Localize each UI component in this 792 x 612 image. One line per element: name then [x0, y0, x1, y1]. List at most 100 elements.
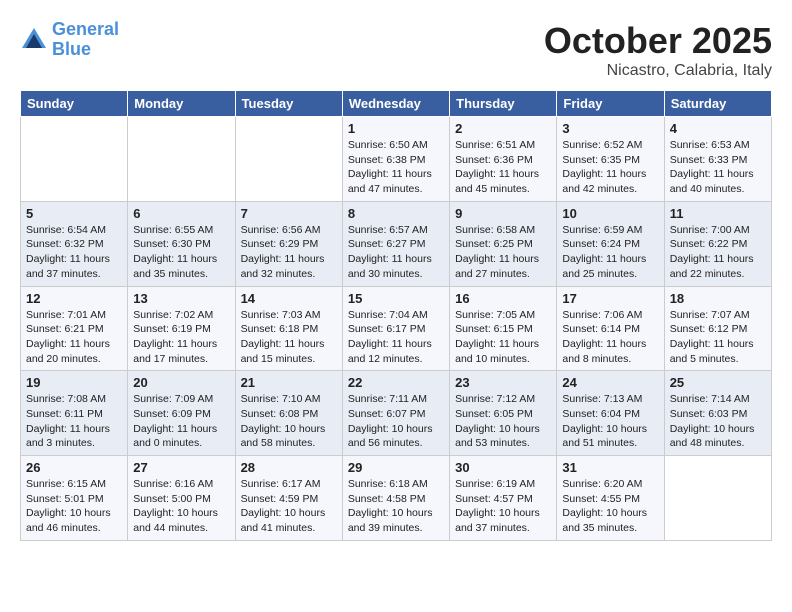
- calendar-cell: 31 Sunrise: 6:20 AM Sunset: 4:55 PM Dayli…: [557, 456, 664, 541]
- calendar-cell: 13 Sunrise: 7:02 AM Sunset: 6:19 PM Dayli…: [128, 286, 235, 371]
- weekday-header: Thursday: [450, 91, 557, 117]
- weekday-header-row: SundayMondayTuesdayWednesdayThursdayFrid…: [21, 91, 772, 117]
- day-number: 27: [133, 460, 229, 475]
- calendar-cell: 2 Sunrise: 6:51 AM Sunset: 6:36 PM Daylig…: [450, 117, 557, 202]
- day-info: Sunrise: 7:14 AM Sunset: 6:03 PM Dayligh…: [670, 392, 766, 451]
- day-info: Sunrise: 6:15 AM Sunset: 5:01 PM Dayligh…: [26, 477, 122, 536]
- calendar-cell: 29Sunrise: 6:18 AM Sunset: 4:58 PM Dayli…: [342, 456, 449, 541]
- day-number: 13: [133, 291, 229, 306]
- weekday-header: Tuesday: [235, 91, 342, 117]
- calendar-week-row: 26 Sunrise: 6:15 AM Sunset: 5:01 PM Dayli…: [21, 456, 772, 541]
- day-info: Sunrise: 6:20 AM Sunset: 4:55 PM Dayligh…: [562, 477, 658, 536]
- day-info: Sunrise: 7:00 AM Sunset: 6:22 PM Dayligh…: [670, 223, 766, 282]
- day-number: 20: [133, 375, 229, 390]
- day-number: 18: [670, 291, 766, 306]
- subtitle: Nicastro, Calabria, Italy: [544, 62, 772, 80]
- day-number: 26: [26, 460, 122, 475]
- day-info: Sunrise: 6:55 AM Sunset: 6:30 PM Dayligh…: [133, 223, 229, 282]
- calendar-cell: 26 Sunrise: 6:15 AM Sunset: 5:01 PM Dayli…: [21, 456, 128, 541]
- day-info: Sunrise: 7:11 AM Sunset: 6:07 PM Dayligh…: [348, 392, 444, 451]
- day-number: 15: [348, 291, 444, 306]
- day-info: Sunrise: 7:02 AM Sunset: 6:19 PM Dayligh…: [133, 308, 229, 367]
- calendar-cell: 3Sunrise: 6:52 AM Sunset: 6:35 PM Daylig…: [557, 117, 664, 202]
- month-title: October 2025: [544, 20, 772, 62]
- calendar-cell: 1Sunrise: 6:50 AM Sunset: 6:38 PM Daylig…: [342, 117, 449, 202]
- calendar-cell: 28Sunrise: 6:17 AM Sunset: 4:59 PM Dayli…: [235, 456, 342, 541]
- day-info: Sunrise: 7:01 AM Sunset: 6:21 PM Dayligh…: [26, 308, 122, 367]
- day-number: 31: [562, 460, 658, 475]
- day-info: Sunrise: 6:59 AM Sunset: 6:24 PM Dayligh…: [562, 223, 658, 282]
- calendar-cell: [664, 456, 771, 541]
- day-info: Sunrise: 6:58 AM Sunset: 6:25 PM Dayligh…: [455, 223, 551, 282]
- calendar-cell: 10 Sunrise: 6:59 AM Sunset: 6:24 PM Dayli…: [557, 201, 664, 286]
- calendar-cell: 23 Sunrise: 7:12 AM Sunset: 6:05 PM Dayli…: [450, 371, 557, 456]
- day-number: 29: [348, 460, 444, 475]
- calendar-cell: [128, 117, 235, 202]
- calendar-week-row: 1Sunrise: 6:50 AM Sunset: 6:38 PM Daylig…: [21, 117, 772, 202]
- calendar-cell: 4Sunrise: 6:53 AM Sunset: 6:33 PM Daylig…: [664, 117, 771, 202]
- day-number: 14: [241, 291, 337, 306]
- calendar-cell: 9 Sunrise: 6:58 AM Sunset: 6:25 PM Daylig…: [450, 201, 557, 286]
- day-number: 4: [670, 121, 766, 136]
- day-info: Sunrise: 6:19 AM Sunset: 4:57 PM Dayligh…: [455, 477, 551, 536]
- day-info: Sunrise: 6:17 AM Sunset: 4:59 PM Dayligh…: [241, 477, 337, 536]
- day-number: 23: [455, 375, 551, 390]
- day-info: Sunrise: 6:50 AM Sunset: 6:38 PM Dayligh…: [348, 138, 444, 197]
- day-info: Sunrise: 7:03 AM Sunset: 6:18 PM Dayligh…: [241, 308, 337, 367]
- weekday-header: Monday: [128, 91, 235, 117]
- day-info: Sunrise: 7:13 AM Sunset: 6:04 PM Dayligh…: [562, 392, 658, 451]
- calendar-cell: 24 Sunrise: 7:13 AM Sunset: 6:04 PM Dayli…: [557, 371, 664, 456]
- day-number: 8: [348, 206, 444, 221]
- day-number: 6: [133, 206, 229, 221]
- day-info: Sunrise: 6:16 AM Sunset: 5:00 PM Dayligh…: [133, 477, 229, 536]
- day-number: 10: [562, 206, 658, 221]
- calendar-cell: 15Sunrise: 7:04 AM Sunset: 6:17 PM Dayli…: [342, 286, 449, 371]
- day-info: Sunrise: 7:12 AM Sunset: 6:05 PM Dayligh…: [455, 392, 551, 451]
- calendar-cell: 21Sunrise: 7:10 AM Sunset: 6:08 PM Dayli…: [235, 371, 342, 456]
- calendar-week-row: 5 Sunrise: 6:54 AM Sunset: 6:32 PM Daylig…: [21, 201, 772, 286]
- calendar-cell: [235, 117, 342, 202]
- calendar-cell: 12 Sunrise: 7:01 AM Sunset: 6:21 PM Dayli…: [21, 286, 128, 371]
- day-number: 16: [455, 291, 551, 306]
- day-number: 2: [455, 121, 551, 136]
- day-number: 24: [562, 375, 658, 390]
- day-info: Sunrise: 6:56 AM Sunset: 6:29 PM Dayligh…: [241, 223, 337, 282]
- calendar-week-row: 12 Sunrise: 7:01 AM Sunset: 6:21 PM Dayli…: [21, 286, 772, 371]
- day-number: 17: [562, 291, 658, 306]
- calendar-cell: 14 Sunrise: 7:03 AM Sunset: 6:18 PM Dayli…: [235, 286, 342, 371]
- calendar-cell: 8 Sunrise: 6:57 AM Sunset: 6:27 PM Daylig…: [342, 201, 449, 286]
- day-number: 25: [670, 375, 766, 390]
- day-number: 22: [348, 375, 444, 390]
- calendar-cell: [21, 117, 128, 202]
- day-number: 5: [26, 206, 122, 221]
- day-info: Sunrise: 6:51 AM Sunset: 6:36 PM Dayligh…: [455, 138, 551, 197]
- weekday-header: Saturday: [664, 91, 771, 117]
- calendar-cell: 27 Sunrise: 6:16 AM Sunset: 5:00 PM Dayli…: [128, 456, 235, 541]
- page-header: General Blue October 2025 Nicastro, Cala…: [20, 20, 772, 80]
- logo-text: General Blue: [52, 20, 119, 60]
- day-number: 9: [455, 206, 551, 221]
- day-number: 19: [26, 375, 122, 390]
- calendar-cell: 5 Sunrise: 6:54 AM Sunset: 6:32 PM Daylig…: [21, 201, 128, 286]
- logo: General Blue: [20, 20, 119, 60]
- day-number: 7: [241, 206, 337, 221]
- day-info: Sunrise: 7:09 AM Sunset: 6:09 PM Dayligh…: [133, 392, 229, 451]
- calendar: SundayMondayTuesdayWednesdayThursdayFrid…: [20, 90, 772, 541]
- day-info: Sunrise: 7:08 AM Sunset: 6:11 PM Dayligh…: [26, 392, 122, 451]
- calendar-week-row: 19 Sunrise: 7:08 AM Sunset: 6:11 PM Dayli…: [21, 371, 772, 456]
- logo-icon: [20, 26, 48, 54]
- day-number: 30: [455, 460, 551, 475]
- day-info: Sunrise: 6:54 AM Sunset: 6:32 PM Dayligh…: [26, 223, 122, 282]
- calendar-cell: 25 Sunrise: 7:14 AM Sunset: 6:03 PM Dayli…: [664, 371, 771, 456]
- calendar-cell: 11 Sunrise: 7:00 AM Sunset: 6:22 PM Dayli…: [664, 201, 771, 286]
- day-number: 12: [26, 291, 122, 306]
- weekday-header: Friday: [557, 91, 664, 117]
- day-info: Sunrise: 6:57 AM Sunset: 6:27 PM Dayligh…: [348, 223, 444, 282]
- calendar-cell: 18Sunrise: 7:07 AM Sunset: 6:12 PM Dayli…: [664, 286, 771, 371]
- weekday-header: Wednesday: [342, 91, 449, 117]
- day-number: 11: [670, 206, 766, 221]
- calendar-cell: 30 Sunrise: 6:19 AM Sunset: 4:57 PM Dayli…: [450, 456, 557, 541]
- calendar-cell: 17Sunrise: 7:06 AM Sunset: 6:14 PM Dayli…: [557, 286, 664, 371]
- day-info: Sunrise: 7:05 AM Sunset: 6:15 PM Dayligh…: [455, 308, 551, 367]
- calendar-cell: 19 Sunrise: 7:08 AM Sunset: 6:11 PM Dayli…: [21, 371, 128, 456]
